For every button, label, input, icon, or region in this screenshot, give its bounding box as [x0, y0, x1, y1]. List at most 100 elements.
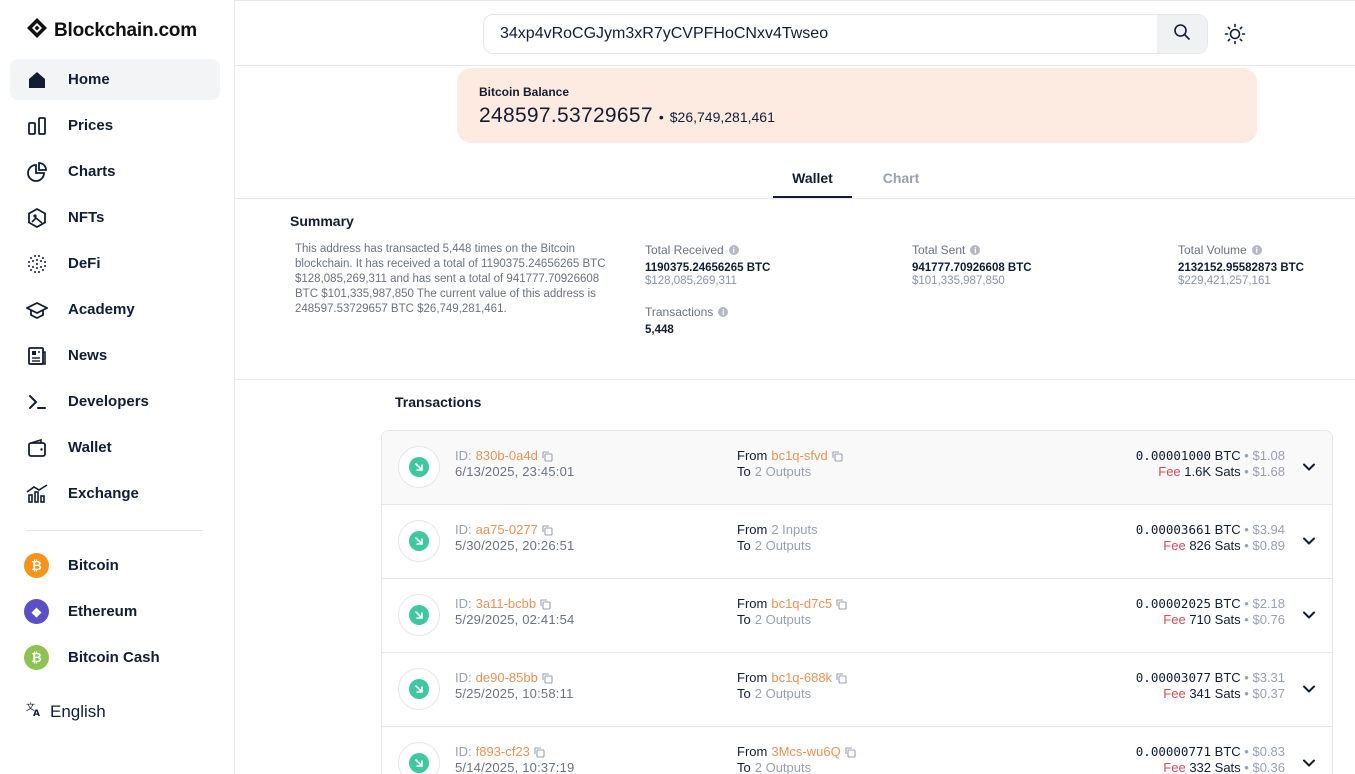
tx-id: ID: de90-85bb — [455, 670, 553, 685]
brand[interactable]: Blockchain.com — [26, 17, 197, 44]
tx-fee-value: 332 — [1189, 760, 1212, 774]
tab-wallet[interactable]: Wallet — [773, 160, 852, 198]
tx-time: 5/29/2025, 02:41:54 — [455, 612, 575, 627]
tx-hash[interactable]: f893-cf23 — [476, 744, 530, 759]
sidebar-coin-ethereum[interactable]: ◆ Ethereum — [10, 591, 220, 632]
sidebar-item-label: Academy — [68, 301, 135, 318]
tx-to-label: To — [737, 760, 751, 774]
copy-icon[interactable] — [836, 598, 847, 610]
tx-from-address[interactable]: bc1q-d7c5 — [771, 596, 832, 611]
tx-from-label: From — [737, 670, 768, 685]
balance-label: Bitcoin Balance — [479, 85, 570, 99]
sidebar-coin-label: Ethereum — [68, 603, 138, 620]
info-icon[interactable]: i — [728, 245, 739, 255]
sidebar-item-defi[interactable]: DeFi — [10, 243, 220, 284]
sidebar-item-label: Home — [68, 71, 110, 88]
sidebar-item-label: Developers — [68, 393, 149, 410]
sidebar-coin-bitcoin-cash[interactable]: ₿ Bitcoin Cash — [10, 637, 220, 678]
tabs-divider — [235, 198, 1355, 199]
tx-hash[interactable]: 3a11-bcbb — [476, 596, 536, 611]
sidebar-item-prices[interactable]: Prices — [10, 105, 220, 146]
language-selector[interactable]: 文A English — [26, 701, 106, 722]
balance-usd: $26,749,281,461 — [669, 109, 775, 125]
defi-icon — [26, 253, 48, 275]
copy-icon[interactable] — [542, 524, 553, 536]
transaction-row[interactable]: ID: aa75-0277 5/30/2025, 20:26:51 From 2… — [382, 505, 1332, 579]
tx-hash[interactable]: 830b-0a4d — [476, 448, 538, 463]
tx-amount-usd: • $1.08 — [1244, 448, 1285, 463]
tx-amount-unit: BTC — [1214, 596, 1241, 611]
tx-fee-usd: • $0.89 — [1244, 538, 1285, 553]
tx-fee: Fee 341 Sats • $0.37 — [1163, 686, 1285, 701]
chevron-down-icon[interactable] — [1302, 682, 1316, 701]
search-input[interactable] — [500, 15, 1150, 53]
tx-amount: 0.00003661 BTC • $3.94 — [1136, 522, 1285, 537]
sidebar-item-developers[interactable]: Developers — [10, 381, 220, 422]
tx-from-inputs: 2 Inputs — [771, 522, 818, 537]
transaction-row[interactable]: ID: f893-cf23 5/14/2025, 10:37:19 From 3… — [382, 727, 1332, 774]
chevron-down-icon[interactable] — [1302, 608, 1316, 627]
tx-time: 6/13/2025, 23:45:01 — [455, 464, 575, 479]
sidebar-item-news[interactable]: News — [10, 335, 220, 376]
tx-fee-unit: Sats — [1214, 538, 1241, 553]
sidebar-item-exchange[interactable]: Exchange — [10, 473, 220, 514]
tx-fee-label: Fee — [1158, 464, 1181, 479]
tx-to-label: To — [737, 612, 751, 627]
sidebar-item-label: News — [68, 347, 108, 364]
info-icon[interactable]: i — [718, 307, 729, 317]
tx-from-address[interactable]: bc1q-688k — [771, 670, 832, 685]
svg-text:A: A — [33, 709, 40, 717]
transaction-row[interactable]: ID: 3a11-bcbb 5/29/2025, 02:41:54 From b… — [382, 579, 1332, 653]
sidebar-item-academy[interactable]: Academy — [10, 289, 220, 330]
sidebar-item-label: NFTs — [68, 209, 105, 226]
tx-from-address[interactable]: 3Mcs-wu6Q — [771, 744, 840, 759]
stat-label: Total Volume — [1178, 243, 1247, 257]
copy-icon[interactable] — [542, 672, 553, 684]
tx-fee-value: 1.6K — [1184, 464, 1212, 479]
tx-from-address[interactable]: bc1q-sfvd — [771, 448, 827, 463]
chevron-down-icon[interactable] — [1302, 534, 1316, 553]
tx-hash[interactable]: de90-85bb — [476, 670, 538, 685]
tx-hash[interactable]: aa75-0277 — [476, 522, 538, 537]
tx-amount-btc: 0.00001000 — [1135, 448, 1212, 463]
copy-icon[interactable] — [836, 672, 847, 684]
chevron-down-icon[interactable] — [1302, 756, 1316, 774]
blockchain-logo-icon — [26, 17, 48, 44]
theme-toggle[interactable] — [1224, 23, 1246, 50]
tx-amount-unit: BTC — [1214, 670, 1241, 685]
tx-amount-unit: BTC — [1214, 448, 1241, 463]
info-icon[interactable]: i — [970, 245, 981, 255]
sidebar-item-home[interactable]: Home — [10, 59, 220, 100]
tx-to: To 2 Outputs — [737, 538, 811, 553]
copy-icon[interactable] — [534, 746, 545, 758]
sidebar-item-label: Wallet — [68, 439, 112, 456]
stat-btc: 1190375.24656265 BTC — [645, 262, 771, 274]
copy-icon[interactable] — [542, 450, 553, 462]
sidebar-item-nfts[interactable]: NFTs — [10, 197, 220, 238]
copy-icon[interactable] — [845, 746, 856, 758]
transactions-title: Transactions — [395, 394, 482, 410]
summary-title: Summary — [290, 213, 354, 229]
wallet-icon — [26, 437, 48, 459]
tx-id: ID: aa75-0277 — [455, 522, 553, 537]
exchange-icon — [26, 483, 48, 505]
tx-amount-usd: • $2.18 — [1244, 596, 1285, 611]
search-button[interactable] — [1157, 15, 1207, 53]
transaction-row[interactable]: ID: 830b-0a4d 6/13/2025, 23:45:01 From b… — [382, 431, 1332, 505]
copy-icon[interactable] — [540, 598, 551, 610]
chevron-down-icon[interactable] — [1302, 460, 1316, 479]
tx-fee: Fee 826 Sats • $0.89 — [1163, 538, 1285, 553]
balance-separator: • — [658, 109, 664, 125]
tx-amount-btc: 0.00000771 — [1135, 744, 1212, 759]
sidebar-item-charts[interactable]: Charts — [10, 151, 220, 192]
tx-fee-label: Fee — [1163, 538, 1186, 553]
copy-icon[interactable] — [832, 450, 843, 462]
brand-name: Blockchain.com — [54, 19, 197, 41]
sidebar-item-wallet[interactable]: Wallet — [10, 427, 220, 468]
tab-chart[interactable]: Chart — [852, 160, 950, 198]
balance-card: Bitcoin Balance 248597.53729657 • $26,74… — [457, 68, 1257, 143]
tx-id-label: ID: — [455, 522, 472, 537]
sidebar-coin-bitcoin[interactable]: ₿ Bitcoin — [10, 545, 220, 586]
transaction-row[interactable]: ID: de90-85bb 5/25/2025, 10:58:11 From b… — [382, 653, 1332, 727]
info-icon[interactable]: i — [1251, 245, 1262, 255]
